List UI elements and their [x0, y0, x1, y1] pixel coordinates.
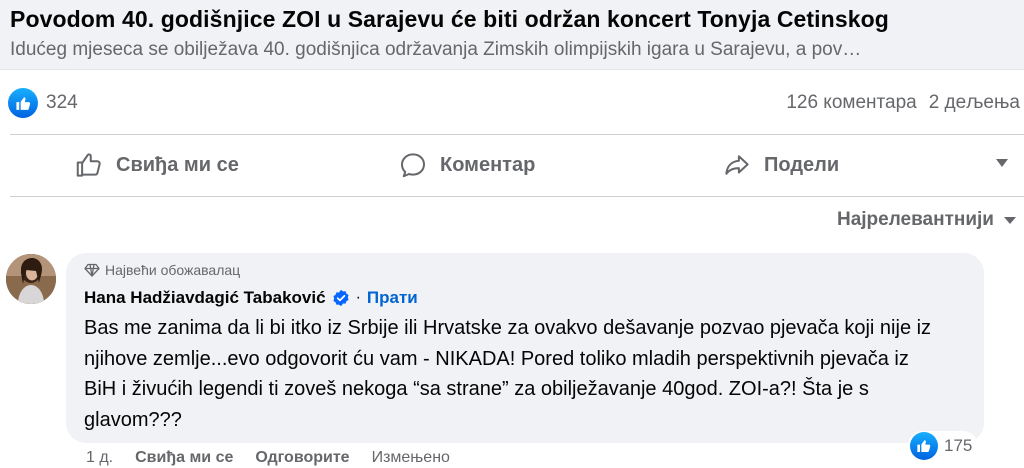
diamond-icon — [84, 263, 100, 277]
comment-bubble: Највећи обожавалац Hana Hadžiavdagić Tab… — [66, 253, 984, 443]
share-button[interactable]: Подели — [722, 140, 839, 190]
link-title[interactable]: Povodom 40. godišnjice ZOI u Sarajevu će… — [10, 4, 1024, 34]
top-fan-badge: Највећи обожавалац — [84, 261, 984, 279]
comment-icon — [401, 153, 425, 178]
comment-author-row: Hana Hadžiavdagić Tabaković · Прати — [84, 287, 984, 309]
follow-button[interactable]: Прати — [367, 288, 418, 308]
like-button-label: Свиђа ми се — [116, 153, 239, 176]
caret-down-icon[interactable] — [996, 159, 1008, 167]
caret-down-icon — [1004, 216, 1016, 224]
comment-reply-button[interactable]: Одговорите — [255, 449, 349, 467]
comment-reactions[interactable]: 175 — [908, 431, 979, 461]
comment-text: Bas me zanima da li bi itko iz Srbije il… — [84, 317, 932, 431]
edited-label[interactable]: Измењено — [372, 449, 450, 467]
share-count[interactable]: 2 дељења — [929, 92, 1020, 113]
comment-button-label: Коментар — [440, 153, 536, 176]
badge-label: Највећи обожавалац — [105, 262, 241, 278]
like-reaction-icon — [910, 432, 938, 460]
comment-button[interactable]: Коментар — [398, 140, 535, 190]
link-description: Idućeg mjeseca se obilježava 40. godišnj… — [10, 39, 862, 60]
comment-meta: 1 д. Свиђа ми се Одговорите Измењено — [86, 449, 472, 467]
divider — [10, 196, 1024, 197]
share-button-label: Подели — [764, 153, 840, 176]
link-preview[interactable]: Povodom 40. godišnjice ZOI u Sarajevu će… — [0, 0, 1024, 70]
sort-label: Најрелевантнији — [836, 209, 994, 230]
engagement-counts: 126 коментара 2 дељења — [786, 92, 1020, 114]
share-icon — [725, 155, 749, 175]
divider — [10, 134, 1024, 135]
separator-dot: · — [355, 289, 361, 306]
reaction-count[interactable]: 324 — [46, 92, 78, 114]
like-icon — [76, 153, 101, 177]
comment-timestamp[interactable]: 1 д. — [86, 449, 113, 467]
comment-count[interactable]: 126 коментара — [786, 92, 916, 113]
like-button[interactable]: Свиђа ми се — [74, 140, 239, 190]
reactions-summary: 324 126 коментара 2 дељења — [0, 84, 1024, 124]
comment-author[interactable]: Hana Hadžiavdagić Tabaković — [84, 288, 326, 308]
post-action-bar: Свиђа ми се Коментар Подели — [0, 140, 1024, 190]
comment-sort-dropdown[interactable]: Најрелевантнији — [837, 205, 1016, 235]
comment-reaction-count: 175 — [944, 436, 973, 455]
avatar[interactable] — [6, 254, 56, 304]
like-reaction-icon[interactable] — [8, 88, 38, 118]
comment-like-button[interactable]: Свиђа ми се — [135, 449, 233, 467]
verified-badge-icon — [333, 289, 349, 307]
